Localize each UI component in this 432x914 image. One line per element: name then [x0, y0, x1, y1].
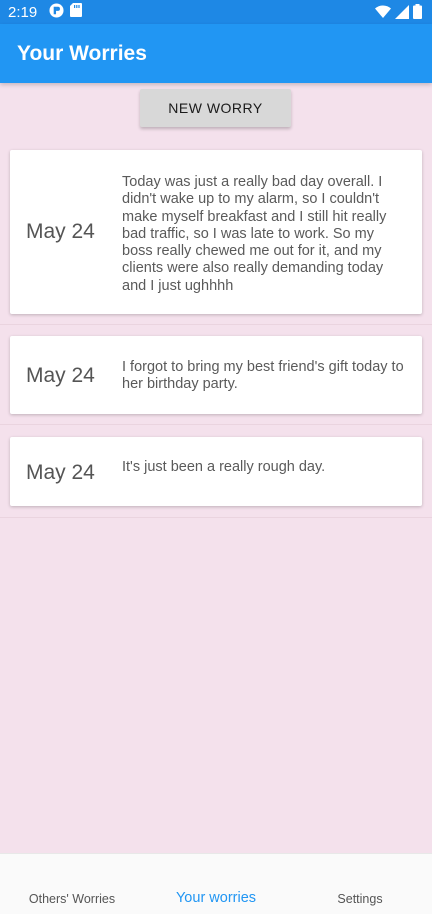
status-time: 2:19	[8, 3, 38, 21]
bottom-navigation: Others' Worries Your worries Settings	[0, 853, 432, 914]
worry-card[interactable]: May 24 Today was just a really bad day o…	[10, 150, 422, 314]
status-bar: 2:19	[0, 0, 432, 24]
worry-card[interactable]: May 24 I forgot to bring my best friend'…	[10, 336, 422, 414]
worry-card[interactable]: May 24 It's just been a really rough day…	[10, 437, 422, 506]
notification-app-icon	[49, 2, 64, 22]
nav-tab-your-worries[interactable]: Your worries	[144, 854, 288, 914]
battery-icon	[413, 4, 422, 23]
app-bar: Your Worries	[0, 24, 432, 83]
status-system-icons	[375, 4, 422, 23]
worry-text: Today was just a really bad day overall.…	[122, 174, 387, 294]
worry-date: May 24	[26, 220, 95, 243]
page-title: Your Worries	[17, 41, 147, 65]
list-divider	[0, 517, 432, 518]
worry-text: I forgot to bring my best friend's gift …	[122, 359, 404, 393]
list-divider	[0, 324, 432, 325]
sd-card-icon	[70, 3, 83, 21]
worry-date: May 24	[26, 461, 95, 484]
nav-tab-settings[interactable]: Settings	[288, 854, 432, 914]
new-worry-button[interactable]: NEW WORRY	[140, 89, 291, 127]
worry-date: May 24	[26, 364, 95, 387]
worry-text: It's just been a really rough day.	[122, 459, 326, 475]
wifi-icon	[375, 4, 391, 23]
nav-tab-others-worries[interactable]: Others' Worries	[0, 854, 144, 914]
status-notification-icons	[49, 2, 83, 22]
cell-signal-icon	[395, 4, 409, 23]
list-divider	[0, 424, 432, 425]
